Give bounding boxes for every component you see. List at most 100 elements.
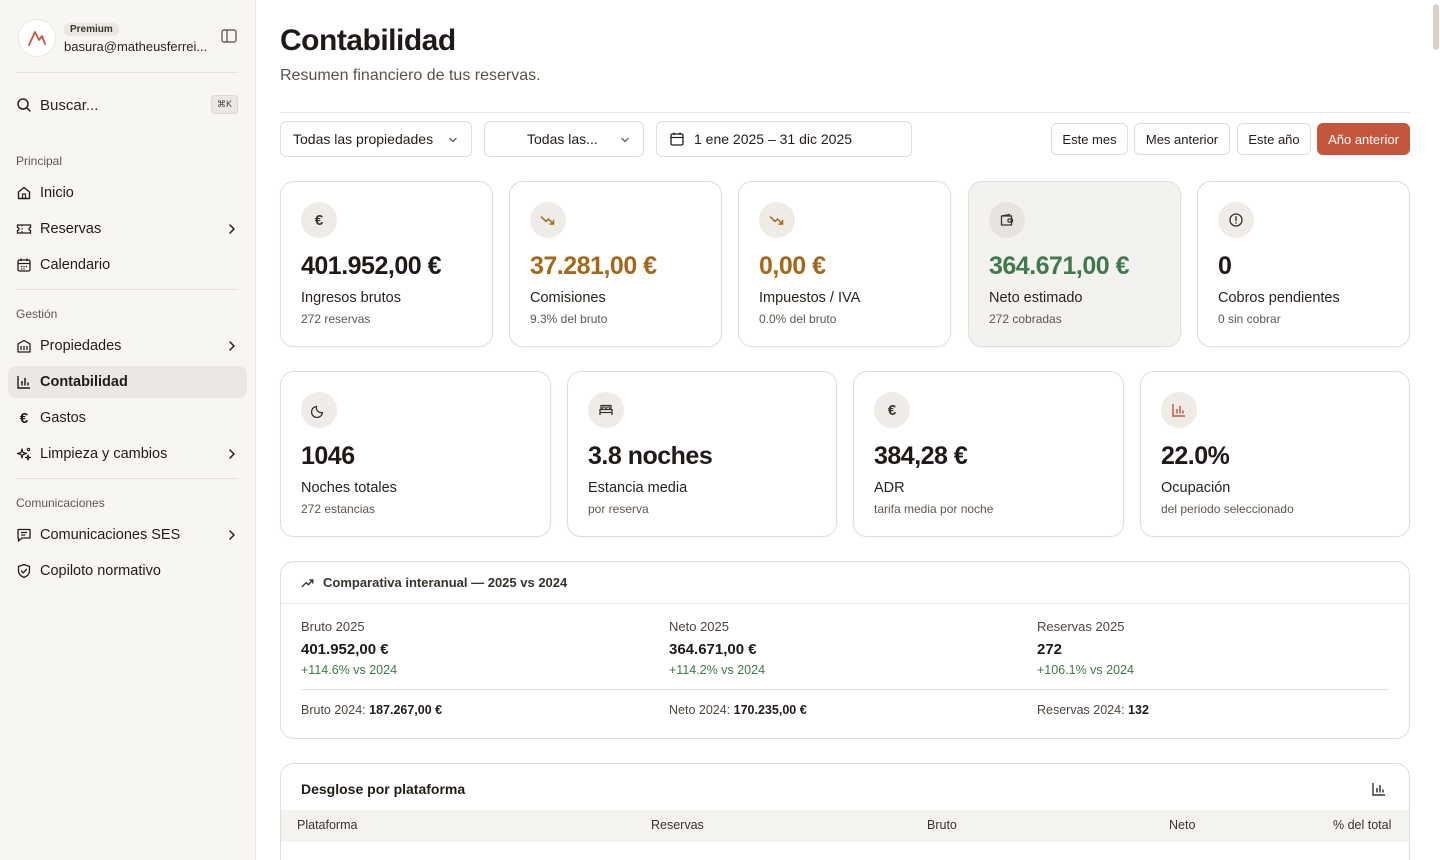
property-filter-select[interactable]: Todas las propiedades (280, 121, 472, 157)
sidebar-item-label: Inicio (40, 185, 74, 201)
stat-value: 384,28 € (874, 442, 968, 470)
prev-value: 132 (1128, 703, 1149, 717)
calendar-icon (16, 257, 32, 273)
stat-sub: tarifa media por noche (874, 502, 994, 516)
breakdown-title: Desglose por plataforma (301, 781, 466, 797)
yoy-label: Bruto 2025 (301, 619, 365, 634)
euro-icon: € (19, 409, 29, 427)
ticket-icon (16, 221, 32, 237)
stat-label: Estancia media (588, 480, 688, 496)
sidebar-item-gastos[interactable]: € Gastos (8, 402, 247, 434)
stat-label: Noches totales (301, 480, 397, 496)
stat-sub: del periodo seleccionado (1161, 502, 1294, 516)
prev-value: 170.235,00 € (733, 703, 807, 717)
prev-label: Neto 2024: (669, 703, 731, 717)
kpi-value: 37.281,00 € (530, 252, 657, 280)
yoy-comparison-panel: Comparativa interanual — 2025 vs 2024 Br… (280, 561, 1410, 739)
kpi-sub: 9.3% del bruto (530, 312, 608, 326)
kpi-card-pending: 0 Cobros pendientes 0 sin cobrar (1197, 181, 1410, 347)
platform-breakdown-panel: Desglose por plataforma Plataforma Reser… (280, 763, 1410, 860)
sidebar-item-limpieza[interactable]: Limpieza y cambios (8, 438, 247, 470)
sidebar: Premium basura@matheusferrei... Buscar..… (0, 0, 256, 860)
plan-badge: Premium (64, 22, 119, 36)
yoy-delta: +114.2% vs 2024 (669, 663, 766, 677)
stat-value: 3.8 noches (588, 442, 713, 470)
yoy-divider (301, 689, 1389, 690)
stat-label: ADR (874, 480, 905, 496)
alert-circle-icon (1218, 202, 1254, 238)
yoy-title: Comparativa interanual — 2025 vs 2024 (323, 575, 568, 590)
sidebar-item-copiloto[interactable]: Copiloto normativo (8, 555, 247, 587)
sidebar-item-propiedades[interactable]: Propiedades (8, 330, 247, 362)
bar-chart-icon (16, 374, 32, 390)
stat-label: Ocupación (1161, 480, 1231, 496)
breakdown-table-header: Plataforma Reservas Bruto Neto % del tot… (281, 810, 1409, 842)
app-logo-icon (18, 19, 56, 57)
property-filter-value: Todas las propiedades (293, 131, 434, 147)
chevron-right-icon (225, 222, 239, 236)
sidebar-item-label: Propiedades (40, 338, 122, 354)
search-label: Buscar... (40, 96, 99, 114)
yoy-value: 272 (1037, 641, 1063, 658)
sidebar-item-reservas[interactable]: Reservas (8, 213, 247, 245)
sidebar-item-inicio[interactable]: Inicio (8, 177, 247, 209)
platform-filter-value: Todas las... (527, 131, 598, 147)
section-title-principal: Principal (16, 154, 63, 168)
scrollbar-thumb[interactable] (1433, 4, 1439, 50)
kpi-label: Ingresos brutos (301, 290, 401, 306)
section-title-comunicaciones: Comunicaciones (16, 496, 105, 510)
date-range-value: 1 ene 2025 – 31 dic 2025 (694, 131, 853, 147)
kpi-sub: 272 cobradas (989, 312, 1062, 326)
sidebar-item-ses[interactable]: Comunicaciones SES (8, 519, 247, 551)
stat-card-nights: 1046 Noches totales 272 estancias (280, 371, 551, 537)
chevron-right-icon (225, 339, 239, 353)
sparkles-icon (16, 446, 32, 462)
wallet-icon (989, 202, 1025, 238)
bar-chart-icon (1161, 392, 1197, 428)
kpi-sub: 0.0% del bruto (759, 312, 837, 326)
kpi-label: Comisiones (530, 290, 606, 306)
chevron-right-icon (225, 447, 239, 461)
yoy-delta: +114.6% vs 2024 (301, 663, 398, 677)
sidebar-toggle-icon[interactable] (220, 27, 238, 45)
stat-card-adr: € 384,28 € ADR tarifa media por noche (853, 371, 1124, 537)
yoy-value: 364.671,00 € (669, 641, 757, 658)
kpi-value: 0 (1218, 252, 1232, 280)
yoy-label: Reservas 2025 (1037, 619, 1125, 634)
prev-year-button[interactable]: Año anterior (1317, 123, 1410, 155)
chevron-down-icon (447, 133, 459, 145)
date-range-picker[interactable]: 1 ene 2025 – 31 dic 2025 (656, 121, 912, 157)
bed-icon (588, 392, 624, 428)
sidebar-divider (16, 478, 238, 479)
prev-label: Reservas 2024: (1037, 703, 1125, 717)
building-icon (16, 338, 32, 354)
yoy-delta: +106.1% vs 2024 (1037, 663, 1134, 677)
section-title-gestion: Gestión (16, 307, 58, 321)
stat-card-stay: 3.8 noches Estancia media por reserva (567, 371, 837, 537)
sidebar-item-label: Gastos (40, 410, 86, 426)
kpi-value: 401.952,00 € (301, 252, 441, 280)
kpi-card-commissions: 37.281,00 € Comisiones 9.3% del bruto (509, 181, 722, 347)
account-switcher[interactable]: Premium basura@matheusferrei... (18, 16, 240, 60)
sidebar-item-label: Reservas (40, 221, 102, 237)
this-month-button[interactable]: Este mes (1051, 123, 1128, 155)
yoy-header: Comparativa interanual — 2025 vs 2024 (281, 562, 1409, 604)
kpi-value: 364.671,00 € (989, 252, 1129, 280)
yoy-prev-bookings: Reservas 2024: 132 (1037, 703, 1149, 717)
chevron-down-icon (619, 133, 631, 145)
sidebar-item-calendario[interactable]: Calendario (8, 249, 247, 281)
col-platform: Plataforma (297, 818, 358, 832)
prev-month-button[interactable]: Mes anterior (1134, 123, 1230, 155)
sidebar-item-contabilidad[interactable]: Contabilidad (8, 366, 247, 398)
chart-toggle-icon[interactable] (1371, 781, 1387, 802)
yoy-gross: Bruto 2025 401.952,00 € +114.6% vs 2024 (301, 619, 397, 677)
platform-filter-select[interactable]: Todas las... (484, 121, 644, 157)
kpi-label: Impuestos / IVA (759, 290, 861, 306)
sidebar-item-label: Copiloto normativo (40, 563, 161, 579)
col-net: Neto (1169, 818, 1196, 832)
header-divider (280, 112, 1410, 113)
search-shortcut: ⌘K (210, 95, 238, 114)
search-button[interactable]: Buscar... ⌘K (16, 94, 240, 116)
prev-label: Bruto 2024: (301, 703, 366, 717)
this-year-button[interactable]: Este año (1237, 123, 1311, 155)
